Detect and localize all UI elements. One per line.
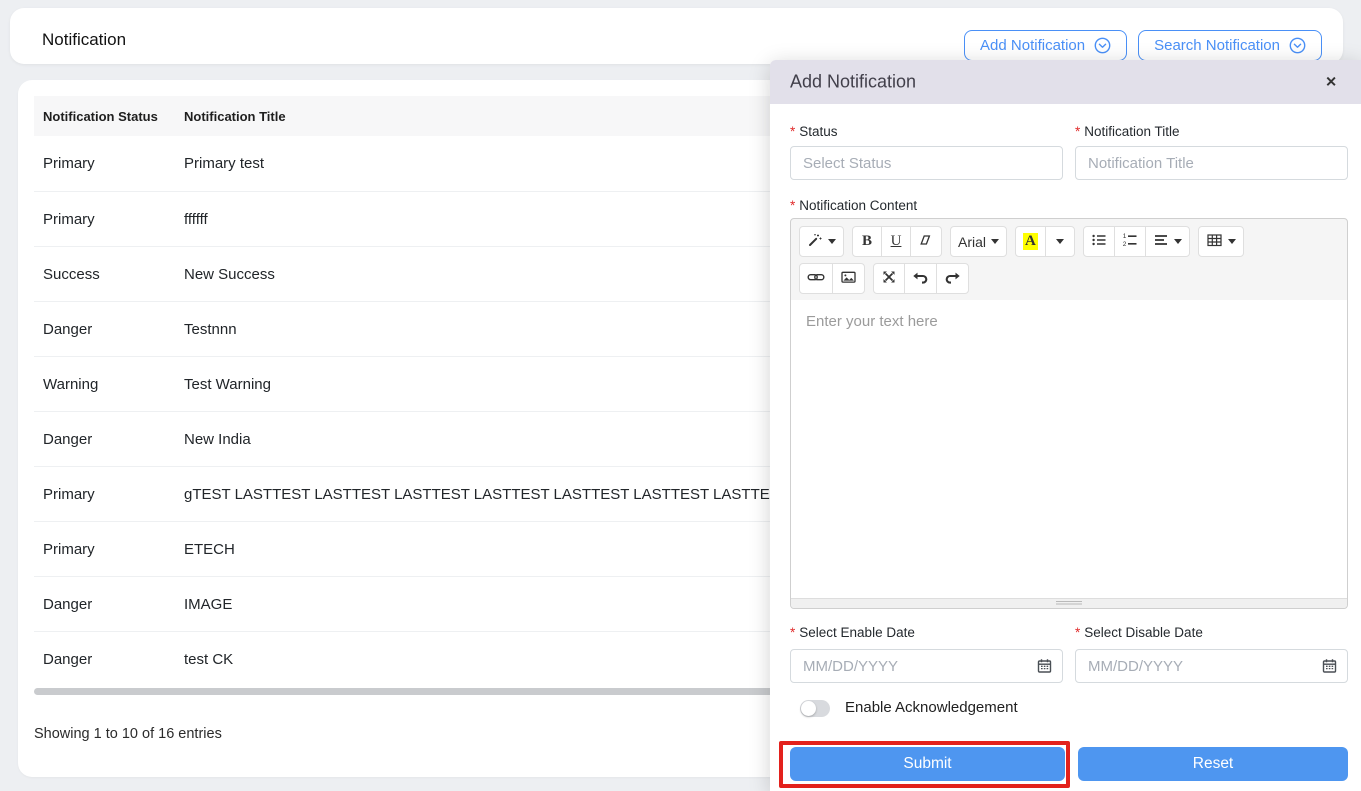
insert-group bbox=[799, 263, 865, 294]
modal-title: Add Notification bbox=[790, 72, 916, 93]
color-group: A bbox=[1015, 226, 1075, 257]
font-style-group: B U bbox=[852, 226, 942, 257]
unordered-list-icon bbox=[1091, 232, 1107, 251]
redo-icon bbox=[944, 269, 961, 288]
caret-down-icon bbox=[1056, 239, 1064, 244]
expand-arrows-icon bbox=[881, 269, 897, 288]
undo-button[interactable] bbox=[904, 263, 937, 294]
enable-acknowledgement-label: Enable Acknowledgement bbox=[845, 699, 1018, 716]
cell-notification-status: Primary bbox=[34, 155, 175, 172]
status-select[interactable] bbox=[790, 146, 1063, 180]
disable-date-input[interactable] bbox=[1075, 649, 1348, 683]
page-title: Notification bbox=[42, 30, 126, 50]
ordered-list-button[interactable]: 12 bbox=[1114, 226, 1146, 257]
style-group bbox=[799, 226, 844, 257]
bold-button[interactable]: B bbox=[852, 226, 882, 257]
image-icon bbox=[840, 269, 857, 288]
editor-toolbar-row-2 bbox=[791, 263, 1347, 294]
caret-down-icon bbox=[828, 239, 836, 244]
required-asterisk: * bbox=[790, 198, 795, 213]
insert-link-button[interactable] bbox=[799, 263, 833, 294]
cell-notification-status: Primary bbox=[34, 541, 175, 558]
entries-summary: Showing 1 to 10 of 16 entries bbox=[34, 726, 222, 742]
editor-text-area[interactable]: Enter your text here bbox=[791, 300, 1347, 600]
font-family-group: Arial bbox=[950, 226, 1007, 257]
ordered-list-icon: 12 bbox=[1122, 232, 1138, 251]
table-group bbox=[1198, 226, 1244, 257]
svg-text:1: 1 bbox=[1123, 233, 1127, 240]
notification-title-input[interactable] bbox=[1075, 146, 1348, 180]
enable-acknowledgement-toggle[interactable] bbox=[800, 700, 830, 717]
screen: Notification Add Notification Search Not… bbox=[0, 0, 1361, 791]
fullscreen-button[interactable] bbox=[873, 263, 905, 294]
font-color-button[interactable]: A bbox=[1015, 226, 1046, 257]
cell-notification-status: Primary bbox=[34, 211, 175, 228]
enable-date-field bbox=[790, 649, 1063, 683]
undo-icon bbox=[912, 269, 929, 288]
editor-toolbar-row-1: B U Arial A bbox=[791, 226, 1347, 257]
cell-notification-status: Warning bbox=[34, 376, 175, 393]
toggle-knob-icon bbox=[801, 701, 816, 716]
paragraph-group: 12 bbox=[1083, 226, 1190, 257]
required-asterisk: * bbox=[790, 124, 795, 139]
reset-button[interactable]: Reset bbox=[1078, 747, 1348, 781]
font-color-dropdown-button[interactable] bbox=[1045, 226, 1075, 257]
disable-date-field bbox=[1075, 649, 1348, 683]
unordered-list-button[interactable] bbox=[1083, 226, 1115, 257]
svg-text:2: 2 bbox=[1123, 241, 1127, 248]
page-header: Notification Add Notification Search Not… bbox=[10, 8, 1343, 64]
clear-format-button[interactable] bbox=[910, 226, 942, 257]
insert-table-button[interactable] bbox=[1198, 226, 1244, 257]
disable-date-label: *Select Disable Date bbox=[1075, 625, 1203, 640]
modal-header: Add Notification ✕ bbox=[770, 60, 1361, 104]
cell-notification-status: Primary bbox=[34, 486, 175, 503]
cell-notification-status: Danger bbox=[34, 596, 175, 613]
cell-notification-status: Danger bbox=[34, 651, 175, 668]
editor-resize-handle[interactable] bbox=[791, 598, 1347, 608]
chevron-down-circle-icon bbox=[1094, 37, 1111, 54]
required-asterisk: * bbox=[1075, 625, 1080, 640]
eraser-icon bbox=[918, 232, 934, 251]
font-color-icon: A bbox=[1023, 233, 1038, 250]
insert-image-button[interactable] bbox=[832, 263, 865, 294]
font-family-button[interactable]: Arial bbox=[950, 226, 1007, 257]
cell-notification-status: Success bbox=[34, 266, 175, 283]
chevron-down-circle-icon bbox=[1289, 37, 1306, 54]
notification-title-label: *Notification Title bbox=[1075, 124, 1180, 139]
search-notification-label: Search Notification bbox=[1154, 37, 1280, 54]
magic-style-button[interactable] bbox=[799, 226, 844, 257]
enable-date-label: *Select Enable Date bbox=[790, 625, 915, 640]
required-asterisk: * bbox=[1075, 124, 1080, 139]
close-icon[interactable]: ✕ bbox=[1325, 74, 1337, 91]
magic-wand-icon bbox=[807, 232, 823, 251]
status-label: *Status bbox=[790, 124, 838, 139]
column-header-status: Notification Status bbox=[34, 109, 175, 124]
font-family-value: Arial bbox=[958, 234, 986, 250]
caret-down-icon bbox=[1174, 239, 1182, 244]
enable-date-input[interactable] bbox=[790, 649, 1063, 683]
underline-button[interactable]: U bbox=[881, 226, 911, 257]
grip-icon bbox=[1056, 601, 1082, 606]
search-notification-button[interactable]: Search Notification bbox=[1138, 30, 1322, 61]
required-asterisk: * bbox=[790, 625, 795, 640]
submit-button[interactable]: Submit bbox=[790, 747, 1065, 781]
table-grid-icon bbox=[1206, 232, 1223, 251]
add-notification-button[interactable]: Add Notification bbox=[964, 30, 1127, 61]
link-icon bbox=[807, 269, 825, 288]
add-notification-modal: Add Notification ✕ *Status *Notification… bbox=[770, 60, 1361, 791]
misc-group bbox=[873, 263, 969, 294]
redo-button[interactable] bbox=[936, 263, 969, 294]
caret-down-icon bbox=[991, 239, 999, 244]
cell-notification-status: Danger bbox=[34, 431, 175, 448]
paragraph-align-button[interactable] bbox=[1145, 226, 1190, 257]
modal-body: *Status *Notification Title *Notificatio… bbox=[790, 104, 1348, 791]
notification-content-label: *Notification Content bbox=[790, 198, 917, 213]
align-icon bbox=[1153, 232, 1169, 251]
cell-notification-status: Danger bbox=[34, 321, 175, 338]
add-notification-label: Add Notification bbox=[980, 37, 1085, 54]
caret-down-icon bbox=[1228, 239, 1236, 244]
header-actions: Add Notification Search Notification bbox=[964, 30, 1322, 61]
rich-text-editor: B U Arial A bbox=[790, 218, 1348, 609]
